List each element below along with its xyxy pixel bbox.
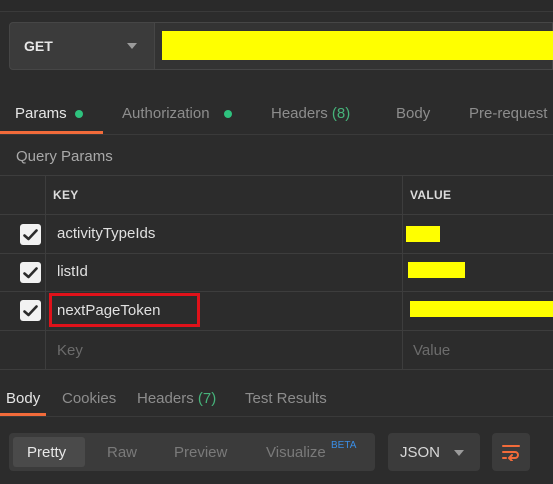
window-top-strip xyxy=(0,0,553,12)
table-col-divider xyxy=(402,175,403,370)
query-params-title: Query Params xyxy=(16,148,113,165)
headers-count: (8) xyxy=(331,105,351,122)
format-visualize[interactable]: Visualize xyxy=(266,444,326,461)
new-key-input[interactable]: Key xyxy=(57,342,83,359)
tab-headers[interactable]: Headers (8) xyxy=(271,105,350,122)
tab-authorization[interactable]: Authorization xyxy=(122,105,210,122)
checkmark-icon xyxy=(23,304,38,316)
checkmark-icon xyxy=(23,266,38,278)
response-headers-count: (7) xyxy=(197,390,217,407)
method-label: GET xyxy=(24,38,53,54)
chevron-down-icon xyxy=(127,43,137,49)
new-value-input[interactable]: Value xyxy=(413,342,450,359)
tab-pre-request[interactable]: Pre-request xyxy=(469,105,547,122)
params-status-dot xyxy=(75,110,83,118)
param-value-redaction xyxy=(408,262,465,278)
param-value-redaction xyxy=(406,226,440,242)
response-tab-body[interactable]: Body xyxy=(6,390,40,407)
format-pretty[interactable]: Pretty xyxy=(27,444,66,461)
table-col-divider xyxy=(45,175,46,370)
wrap-lines-button[interactable] xyxy=(492,433,530,471)
table-row-divider xyxy=(0,291,553,292)
row-checkbox[interactable] xyxy=(20,224,41,245)
param-value-redaction xyxy=(410,301,553,317)
tabs-divider xyxy=(0,134,553,135)
param-key-listId[interactable]: listId xyxy=(57,263,88,280)
highlight-box xyxy=(49,293,200,327)
beta-badge: BETA xyxy=(331,440,357,451)
chevron-down-icon xyxy=(454,450,464,456)
column-header-key: KEY xyxy=(53,188,79,202)
row-checkbox[interactable] xyxy=(20,300,41,321)
response-tab-test-results[interactable]: Test Results xyxy=(245,390,327,407)
language-label: JSON xyxy=(400,444,441,461)
wrap-lines-icon xyxy=(502,445,520,461)
format-raw[interactable]: Raw xyxy=(107,444,137,461)
column-header-value: VALUE xyxy=(410,188,452,202)
row-checkbox[interactable] xyxy=(20,262,41,283)
format-preview[interactable]: Preview xyxy=(174,444,227,461)
url-redaction xyxy=(162,31,553,60)
table-bottom-border xyxy=(0,369,553,370)
response-tabs-divider xyxy=(0,416,553,417)
authorization-status-dot xyxy=(224,110,232,118)
table-row-divider xyxy=(0,253,553,254)
response-tab-cookies[interactable]: Cookies xyxy=(62,390,116,407)
param-key-activityTypeIds[interactable]: activityTypeIds xyxy=(57,225,155,242)
checkmark-icon xyxy=(23,228,38,240)
table-row-divider xyxy=(0,214,553,215)
response-tab-headers[interactable]: Headers (7) xyxy=(137,390,216,407)
tab-body[interactable]: Body xyxy=(396,105,430,122)
tab-params[interactable]: Params xyxy=(15,105,67,122)
table-top-border xyxy=(0,175,553,176)
table-row-divider xyxy=(0,330,553,331)
